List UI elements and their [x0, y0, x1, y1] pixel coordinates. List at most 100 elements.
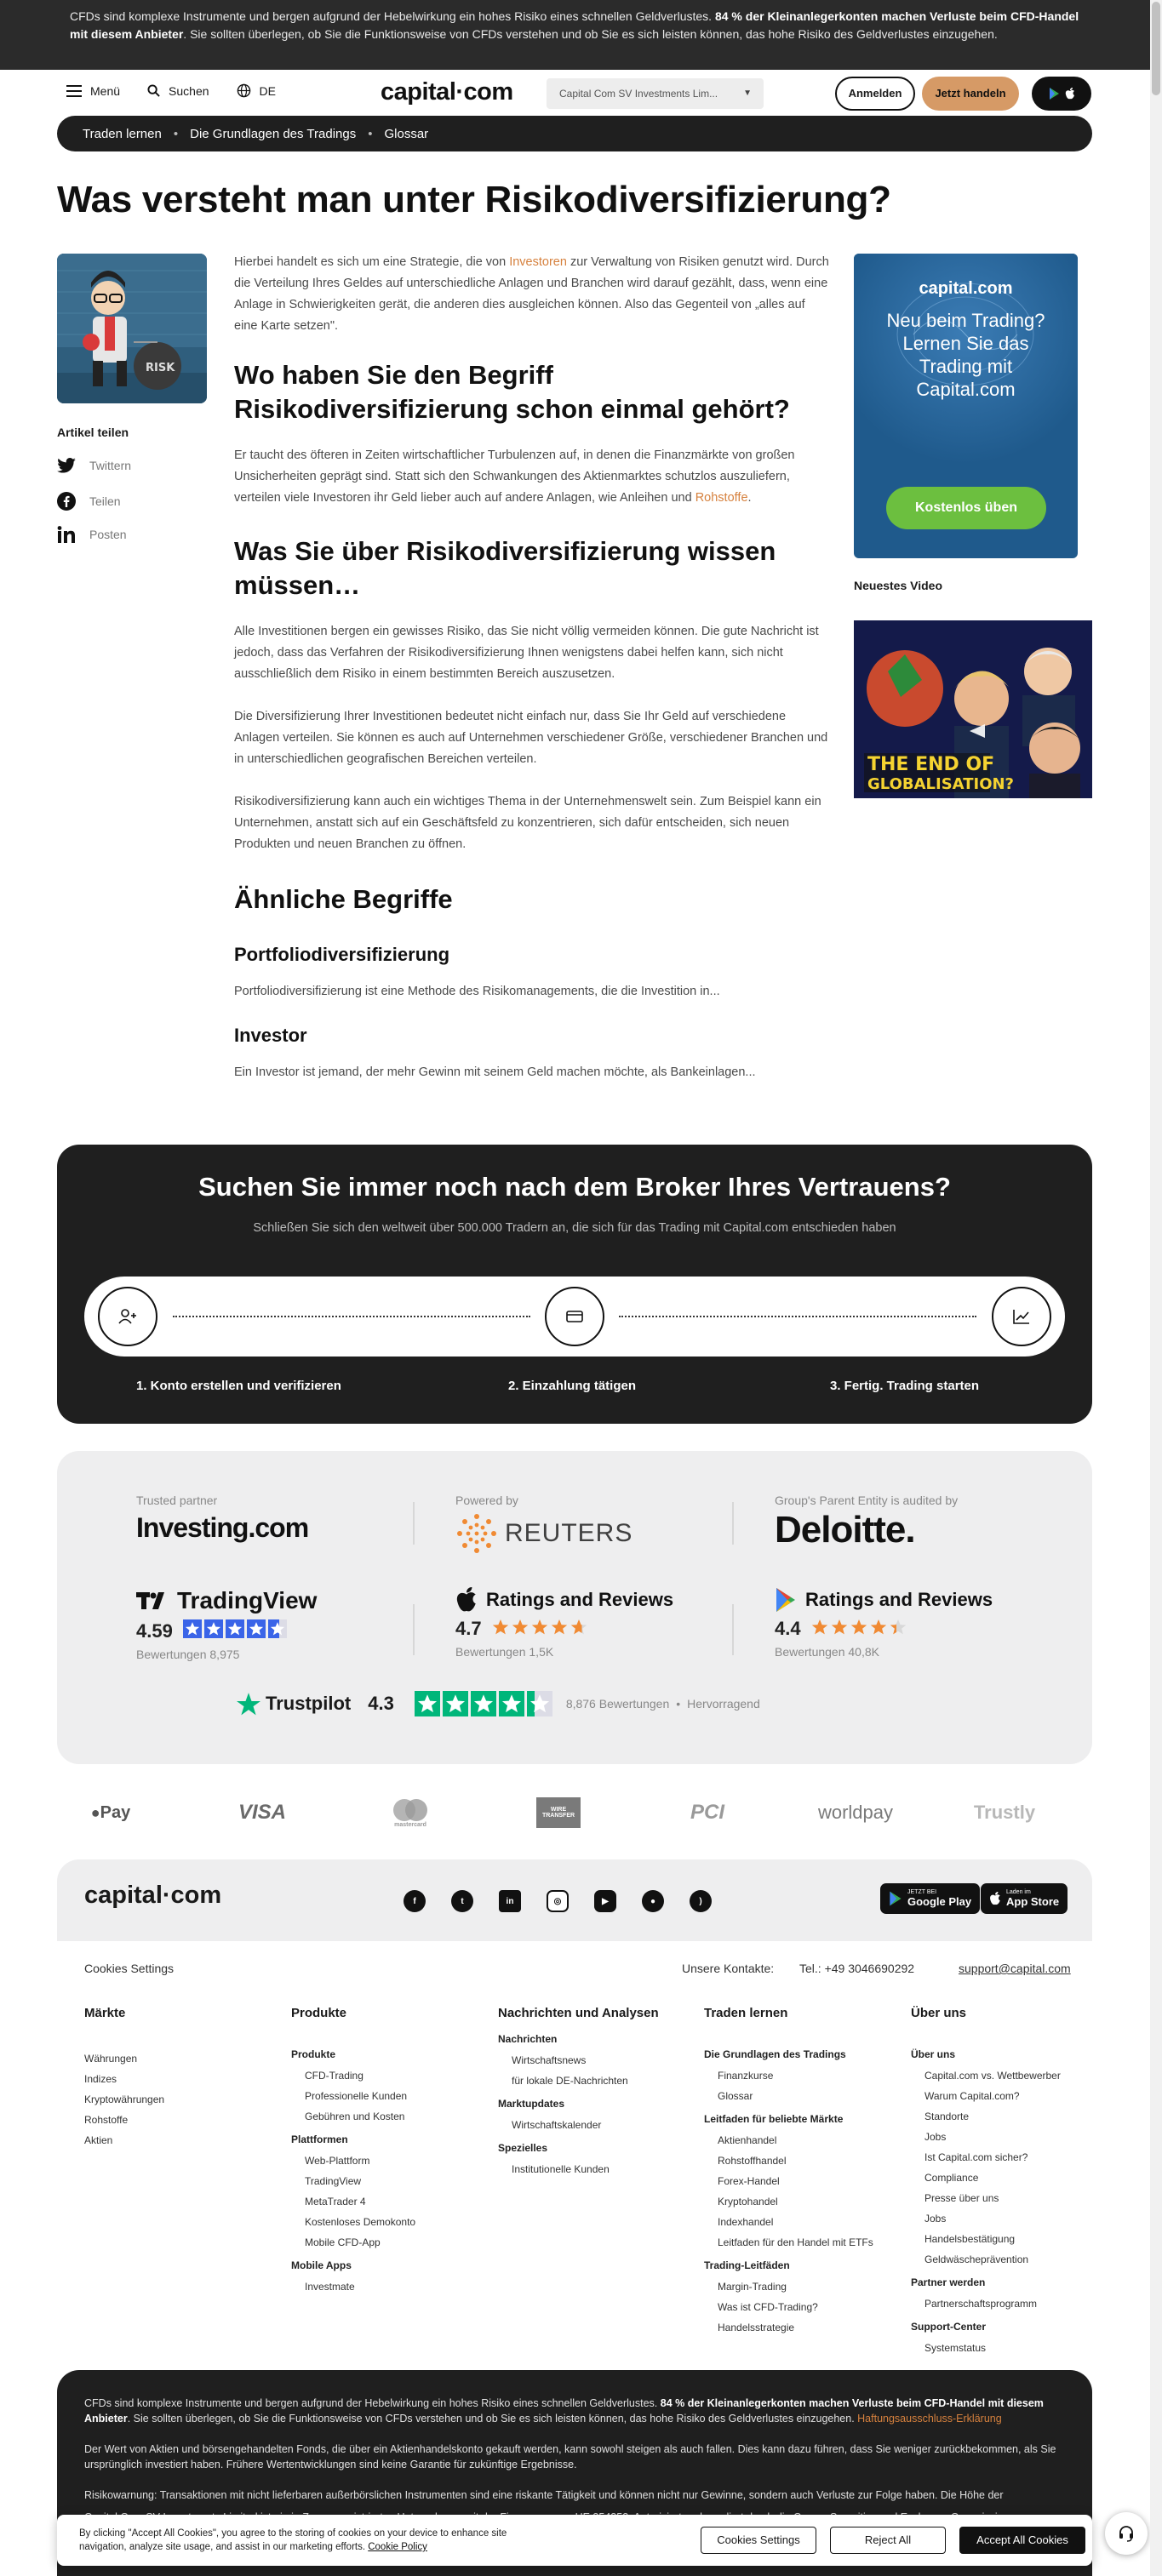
- app-download-button[interactable]: [1032, 77, 1091, 111]
- footer-link[interactable]: Handelsbestätigung: [911, 2229, 1107, 2249]
- disclaimer-link[interactable]: Haftungsausschluss-Erklärung: [857, 2413, 1002, 2425]
- footer-cookies-settings[interactable]: Cookies Settings: [84, 1962, 174, 1975]
- accept-all-button[interactable]: Accept All Cookies: [959, 2527, 1085, 2554]
- footer-link[interactable]: Systemstatus: [911, 2338, 1107, 2358]
- related-term-title[interactable]: Investor: [234, 1025, 830, 1047]
- footer-group-title[interactable]: Die Grundlagen des Tradings: [704, 2048, 900, 2060]
- breadcrumb-item[interactable]: Traden lernen: [83, 127, 162, 141]
- footer-group-title[interactable]: Über uns: [911, 2048, 1107, 2060]
- footer-link[interactable]: Jobs: [911, 2208, 1107, 2229]
- text-span: . Sie sollten überlegen, ob Sie die Funk…: [127, 2413, 858, 2425]
- share-twitter[interactable]: Twittern: [57, 458, 131, 473]
- related-term-title[interactable]: Portfoliodiversifizierung: [234, 944, 830, 966]
- footer-group-title[interactable]: Plattformen: [291, 2133, 487, 2145]
- footer-phone[interactable]: Tel.: +49 3046690292: [799, 1962, 914, 1975]
- footer-link[interactable]: Wirtschaftskalender: [498, 2115, 694, 2135]
- footer-group-title[interactable]: Nachrichten: [498, 2033, 694, 2045]
- footer-link[interactable]: Geldwäscheprävention: [911, 2249, 1107, 2270]
- entity-select[interactable]: Capital Com SV Investments Lim... ▼: [547, 78, 764, 109]
- capital-logo[interactable]: capital·com: [381, 78, 513, 106]
- footer-link[interactable]: TradingView: [291, 2171, 487, 2191]
- cookies-settings-button[interactable]: Cookies Settings: [701, 2527, 816, 2554]
- share-facebook[interactable]: Teilen: [57, 492, 121, 511]
- latest-video-thumbnail[interactable]: THE END OF GLOBALISATION?: [854, 620, 1092, 798]
- footer-group-title[interactable]: Spezielles: [498, 2142, 694, 2154]
- footer-link[interactable]: Standorte: [911, 2106, 1107, 2127]
- search-button[interactable]: Suchen: [147, 84, 209, 98]
- footer-link[interactable]: Web-Plattform: [291, 2150, 487, 2171]
- footer-group-title[interactable]: Support-Center: [911, 2321, 1107, 2333]
- rating-app-store[interactable]: Ratings and Reviews 4.7 Bewertungen 1,5K: [455, 1587, 702, 1659]
- footer-link[interactable]: Partnerschaftsprogramm: [911, 2293, 1107, 2314]
- reddit-icon[interactable]: ●: [642, 1890, 664, 1912]
- language-selector[interactable]: DE: [237, 83, 276, 98]
- footer-link[interactable]: Wirtschaftsnews: [498, 2050, 694, 2071]
- footer-link[interactable]: Warum Capital.com?: [911, 2086, 1107, 2106]
- footer-link[interactable]: Glossar: [704, 2086, 900, 2106]
- page-scrollbar[interactable]: [1150, 0, 1162, 2576]
- footer-link[interactable]: Institutionelle Kunden: [498, 2159, 694, 2179]
- footer-link[interactable]: Forex-Handel: [704, 2171, 900, 2191]
- footer-link[interactable]: Aktienhandel: [704, 2130, 900, 2150]
- footer-link[interactable]: Kryptohandel: [704, 2191, 900, 2212]
- footer-link[interactable]: Indizes: [84, 2069, 280, 2089]
- support-chat-button[interactable]: [1105, 2512, 1148, 2555]
- footer-link[interactable]: Professionelle Kunden: [291, 2086, 487, 2106]
- footer-link[interactable]: Aktien: [84, 2130, 280, 2150]
- footer-link[interactable]: Compliance: [911, 2168, 1107, 2188]
- footer-group-title[interactable]: Mobile Apps: [291, 2259, 487, 2271]
- footer-link[interactable]: Ist Capital.com sicher?: [911, 2147, 1107, 2168]
- footer-link[interactable]: Gebühren und Kosten: [291, 2106, 487, 2127]
- footer-link[interactable]: Presse über uns: [911, 2188, 1107, 2208]
- footer-link[interactable]: Währungen: [84, 2048, 280, 2069]
- rating-tradingview[interactable]: TradingView 4.59 Bewertungen 8,975: [136, 1587, 383, 1661]
- login-button[interactable]: Anmelden: [835, 77, 915, 111]
- footer-link[interactable]: Handelsstrategie: [704, 2317, 900, 2338]
- footer-link[interactable]: Kostenloses Demokonto: [291, 2212, 487, 2232]
- practice-free-button[interactable]: Kostenlos üben: [886, 487, 1046, 529]
- menu-button[interactable]: Menü: [66, 84, 120, 98]
- footer-link[interactable]: Investmate: [291, 2276, 487, 2297]
- footer-link[interactable]: für lokale DE-Nachrichten: [498, 2071, 694, 2091]
- youtube-icon[interactable]: ▶: [594, 1890, 616, 1912]
- facebook-icon[interactable]: f: [404, 1890, 426, 1912]
- footer-link[interactable]: Margin-Trading: [704, 2276, 900, 2297]
- footer-link[interactable]: Capital.com vs. Wettbewerber: [911, 2065, 1107, 2086]
- reject-all-button[interactable]: Reject All: [830, 2527, 946, 2554]
- footer-link[interactable]: Leitfaden für den Handel mit ETFs: [704, 2232, 900, 2253]
- footer-logo[interactable]: capital·com: [84, 1882, 221, 1910]
- rohstoffe-link[interactable]: Rohstoffe: [695, 491, 748, 505]
- breadcrumb-item[interactable]: Die Grundlagen des Tradings: [190, 127, 356, 141]
- footer-link[interactable]: Rohstoffe: [84, 2110, 280, 2130]
- footer-link[interactable]: Jobs: [911, 2127, 1107, 2147]
- share-linkedin[interactable]: Posten: [57, 526, 127, 543]
- trustpilot-rating[interactable]: Trustpilot 4.3 8,876 Bewertungen • Hervo…: [237, 1691, 760, 1716]
- footer-link[interactable]: Indexhandel: [704, 2212, 900, 2232]
- twitter-icon[interactable]: t: [451, 1890, 473, 1912]
- footer-link[interactable]: MetaTrader 4: [291, 2191, 487, 2212]
- footer-email[interactable]: support@capital.com: [959, 1962, 1071, 1975]
- app-store-badge[interactable]: Laden im App Store: [981, 1883, 1068, 1914]
- linkedin-icon[interactable]: in: [499, 1890, 521, 1912]
- rss-icon[interactable]: ): [690, 1890, 712, 1912]
- footer-link[interactable]: Kryptowährungen: [84, 2089, 280, 2110]
- footer-link[interactable]: Finanzkurse: [704, 2065, 900, 2086]
- instagram-icon[interactable]: ◎: [547, 1890, 569, 1912]
- footer-group-title[interactable]: Produkte: [291, 2048, 487, 2060]
- related-term-snippet: Portfoliodiversifizierung ist eine Metho…: [234, 985, 720, 998]
- cookie-policy-link[interactable]: Cookie Policy: [368, 2542, 427, 2552]
- trade-now-button[interactable]: Jetzt handeln: [922, 77, 1019, 111]
- scrollbar-thumb[interactable]: [1152, 2, 1160, 95]
- breadcrumb-item[interactable]: Glossar: [385, 127, 429, 141]
- footer-link[interactable]: CFD-Trading: [291, 2065, 487, 2086]
- footer-link[interactable]: Rohstoffhandel: [704, 2150, 900, 2171]
- footer-group-title[interactable]: Marktupdates: [498, 2098, 694, 2110]
- rating-google-play[interactable]: Ratings and Reviews 4.4 Bewertungen 40,8…: [775, 1587, 1022, 1659]
- investoren-link[interactable]: Investoren: [509, 255, 567, 269]
- footer-link[interactable]: Mobile CFD-App: [291, 2232, 487, 2253]
- footer-link[interactable]: Was ist CFD-Trading?: [704, 2297, 900, 2317]
- google-play-badge[interactable]: JETZT BEI Google Play: [880, 1883, 981, 1914]
- footer-group-title[interactable]: Leitfaden für beliebte Märkte: [704, 2113, 900, 2125]
- footer-group-title[interactable]: Trading-Leitfäden: [704, 2259, 900, 2271]
- footer-group-title[interactable]: Partner werden: [911, 2276, 1107, 2288]
